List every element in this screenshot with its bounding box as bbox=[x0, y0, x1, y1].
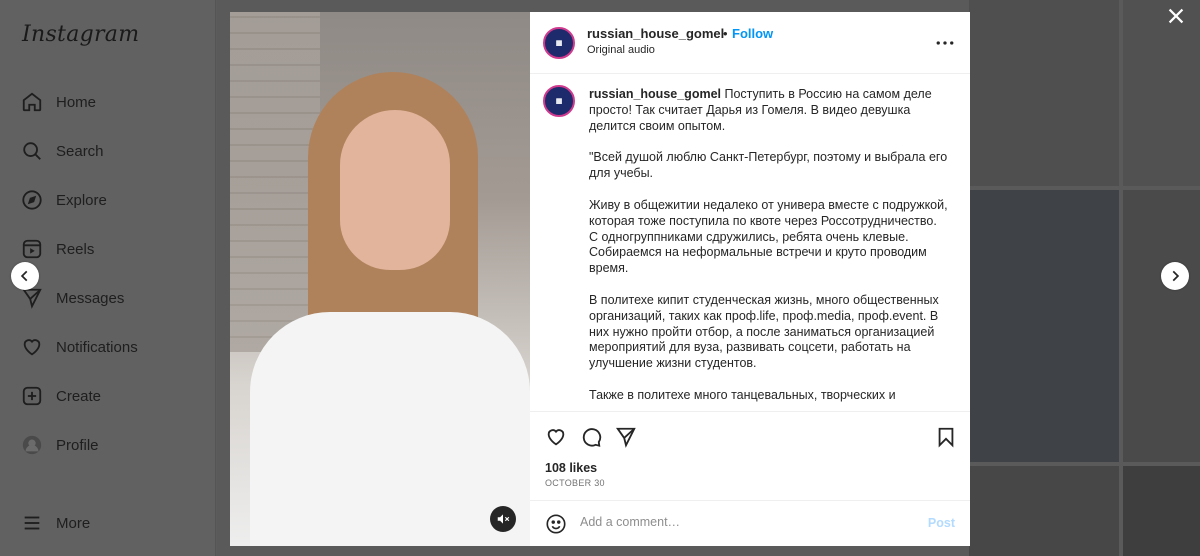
grid-tile bbox=[1123, 466, 1200, 556]
grid-tile bbox=[969, 466, 1119, 556]
sidebar-item-label: More bbox=[56, 514, 91, 532]
caption: russian_house_gomel Поступить в Россию н… bbox=[589, 87, 949, 410]
sidebar-item-messages[interactable]: Messages bbox=[20, 285, 124, 311]
create-icon bbox=[20, 384, 44, 408]
home-icon bbox=[20, 90, 44, 114]
sidebar-item-explore[interactable]: Explore bbox=[20, 187, 107, 213]
separator-dot: • bbox=[723, 26, 728, 41]
caption-paragraph: В политехе кипит студенческая жизнь, мно… bbox=[589, 292, 939, 371]
likes-count[interactable]: 108 likes bbox=[545, 461, 597, 475]
sidebar-item-reels[interactable]: Reels bbox=[20, 236, 94, 262]
close-icon[interactable] bbox=[1165, 5, 1187, 27]
comment-input[interactable] bbox=[580, 515, 900, 529]
caption-avatar[interactable]: ▦ bbox=[543, 85, 575, 117]
avatar[interactable]: ▦ bbox=[543, 27, 575, 59]
sidebar-item-notifications[interactable]: Notifications bbox=[20, 334, 138, 360]
caption-scroll-area[interactable]: ▦ russian_house_gomel Поступить в Россию… bbox=[530, 75, 970, 410]
instagram-logo[interactable]: Instagram bbox=[22, 22, 139, 47]
share-icon[interactable] bbox=[615, 426, 639, 450]
comment-icon[interactable] bbox=[580, 426, 604, 450]
grid-tile bbox=[969, 190, 1119, 462]
reels-icon bbox=[20, 237, 44, 261]
video-person-shirt bbox=[250, 312, 530, 546]
speaker-muted-icon bbox=[497, 514, 510, 524]
post-date: OCTOBER 30 bbox=[545, 478, 605, 488]
more-options-icon[interactable] bbox=[936, 34, 954, 52]
avatar-logo-icon: ▦ bbox=[555, 97, 563, 105]
video-background-wall bbox=[230, 12, 320, 352]
search-icon bbox=[20, 139, 44, 163]
post-details-panel: ▦ russian_house_gomel • Follow Original … bbox=[530, 12, 970, 546]
bookmark-icon[interactable] bbox=[935, 426, 959, 450]
follow-button[interactable]: Follow bbox=[732, 26, 773, 41]
post-modal: ▦ russian_house_gomel • Follow Original … bbox=[230, 12, 970, 546]
grid-tile bbox=[1123, 190, 1200, 462]
sidebar-item-home[interactable]: Home bbox=[20, 89, 96, 115]
previous-post-button[interactable] bbox=[11, 262, 39, 290]
sidebar-item-label: Explore bbox=[56, 191, 107, 209]
next-post-button[interactable] bbox=[1161, 262, 1189, 290]
caption-paragraph: Также в политехе много танцевальных, тво… bbox=[589, 387, 896, 402]
caption-username[interactable]: russian_house_gomel bbox=[589, 87, 721, 101]
sidebar-item-profile[interactable]: Profile bbox=[20, 432, 99, 458]
emoji-icon[interactable] bbox=[545, 513, 567, 535]
comment-bar: Post bbox=[530, 500, 970, 546]
sidebar-item-more[interactable]: More bbox=[20, 510, 90, 536]
caption-paragraph: "Всей душой люблю Санкт-Петербург, поэто… bbox=[589, 150, 948, 181]
sidebar-item-search[interactable]: Search bbox=[20, 138, 104, 164]
mute-button[interactable] bbox=[490, 506, 516, 532]
caption-paragraph: Живу в общежитии недалеко от универа вме… bbox=[589, 197, 948, 276]
post-username[interactable]: russian_house_gomel bbox=[587, 26, 724, 41]
sidebar-item-create[interactable]: Create bbox=[20, 383, 101, 409]
explore-icon bbox=[20, 188, 44, 212]
menu-icon bbox=[20, 511, 44, 535]
sidebar-item-label: Profile bbox=[56, 436, 99, 454]
post-header: ▦ russian_house_gomel • Follow Original … bbox=[530, 12, 970, 74]
sidebar-item-label: Messages bbox=[56, 289, 125, 307]
sidebar-item-label: Search bbox=[56, 142, 104, 160]
caption-lead-paragraph: russian_house_gomel Поступить в Россию н… bbox=[589, 87, 949, 134]
like-icon[interactable] bbox=[545, 426, 569, 450]
sidebar-item-label: Home bbox=[56, 93, 97, 111]
video-person-face bbox=[340, 110, 450, 270]
grid-tile bbox=[969, 0, 1119, 186]
sidebar-item-label: Reels bbox=[56, 240, 95, 258]
post-actions: 108 likes OCTOBER 30 bbox=[530, 411, 970, 501]
audio-label[interactable]: Original audio bbox=[587, 44, 655, 56]
profile-avatar bbox=[20, 433, 44, 457]
sidebar-item-label: Notifications bbox=[56, 338, 138, 356]
sidebar-item-label: Create bbox=[56, 387, 102, 405]
heart-icon bbox=[20, 335, 44, 359]
chevron-left-icon bbox=[20, 270, 28, 282]
reel-video[interactable] bbox=[230, 12, 530, 546]
chevron-right-icon bbox=[1172, 270, 1180, 282]
post-comment-button[interactable]: Post bbox=[928, 516, 955, 530]
grid-tile bbox=[1123, 0, 1200, 186]
avatar-logo-icon: ▦ bbox=[555, 39, 563, 47]
